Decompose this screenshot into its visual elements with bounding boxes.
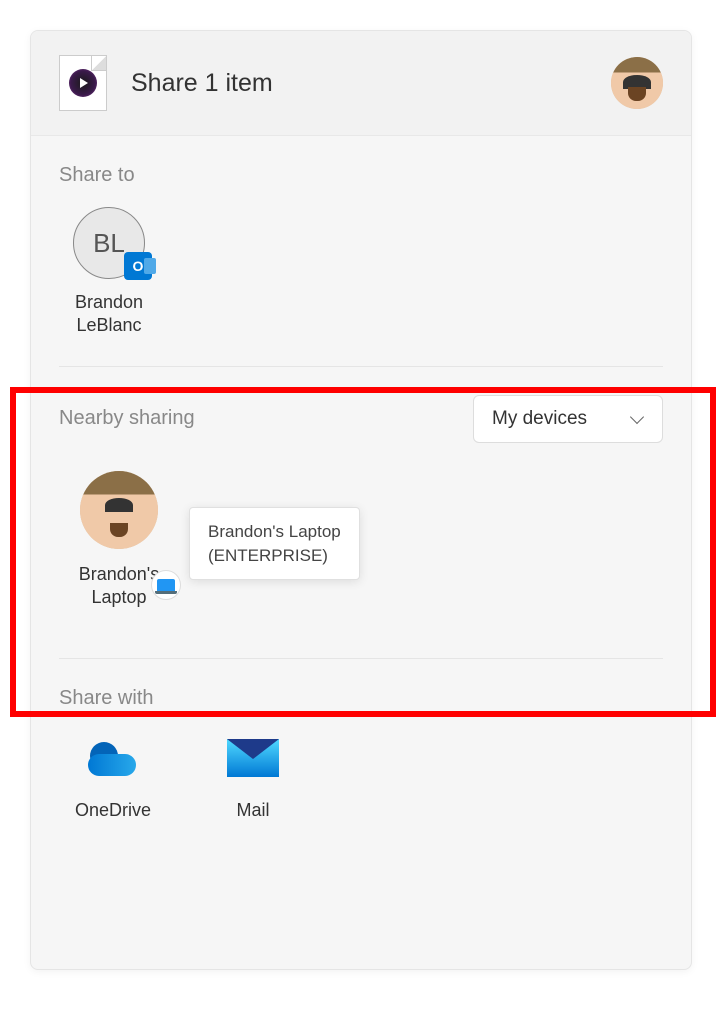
contact-name: Brandon LeBlanc xyxy=(75,291,143,338)
dropdown-label: My devices xyxy=(492,408,587,430)
dialog-title: Share 1 item xyxy=(131,69,611,98)
share-to-heading: Share to xyxy=(59,164,663,187)
divider xyxy=(59,658,663,659)
mail-icon xyxy=(225,730,281,786)
dialog-header: Share 1 item xyxy=(31,31,691,136)
chevron-down-icon xyxy=(630,412,644,426)
share-to-section: Share to BL O Brandon LeBlanc xyxy=(59,164,663,338)
nearby-sharing-heading: Nearby sharing xyxy=(59,407,195,430)
dialog-content: Share to BL O Brandon LeBlanc Nearby sha… xyxy=(31,136,691,849)
app-onedrive[interactable]: OneDrive xyxy=(67,730,159,821)
device-brandons-laptop[interactable]: Brandon's Laptop xyxy=(59,471,179,610)
device-tooltip: Brandon's Laptop (ENTERPRISE) xyxy=(189,507,360,581)
nearby-sharing-section: Nearby sharing My devices Brandon's xyxy=(59,395,663,610)
app-mail[interactable]: Mail xyxy=(207,730,299,821)
divider xyxy=(59,366,663,367)
share-with-section: Share with OneDrive Mail xyxy=(59,687,663,821)
app-name: Mail xyxy=(236,800,269,821)
device-avatar xyxy=(80,471,158,549)
media-play-icon xyxy=(69,69,97,97)
app-name: OneDrive xyxy=(75,800,151,821)
file-type-icon xyxy=(59,55,107,111)
laptop-icon xyxy=(157,579,175,591)
share-with-heading: Share with xyxy=(59,687,663,710)
nearby-scope-dropdown[interactable]: My devices xyxy=(473,395,663,443)
contact-avatar: BL O xyxy=(73,207,145,279)
outlook-icon: O xyxy=(124,252,152,280)
contact-initials: BL xyxy=(93,228,125,259)
user-avatar[interactable] xyxy=(611,57,663,109)
contact-brandon-leblanc[interactable]: BL O Brandon LeBlanc xyxy=(59,207,159,338)
onedrive-icon xyxy=(85,730,141,786)
device-name: Brandon's Laptop xyxy=(79,563,160,610)
laptop-badge xyxy=(151,570,181,600)
share-dialog: Share 1 item Share to BL O Brandon LeBla… xyxy=(30,30,692,970)
